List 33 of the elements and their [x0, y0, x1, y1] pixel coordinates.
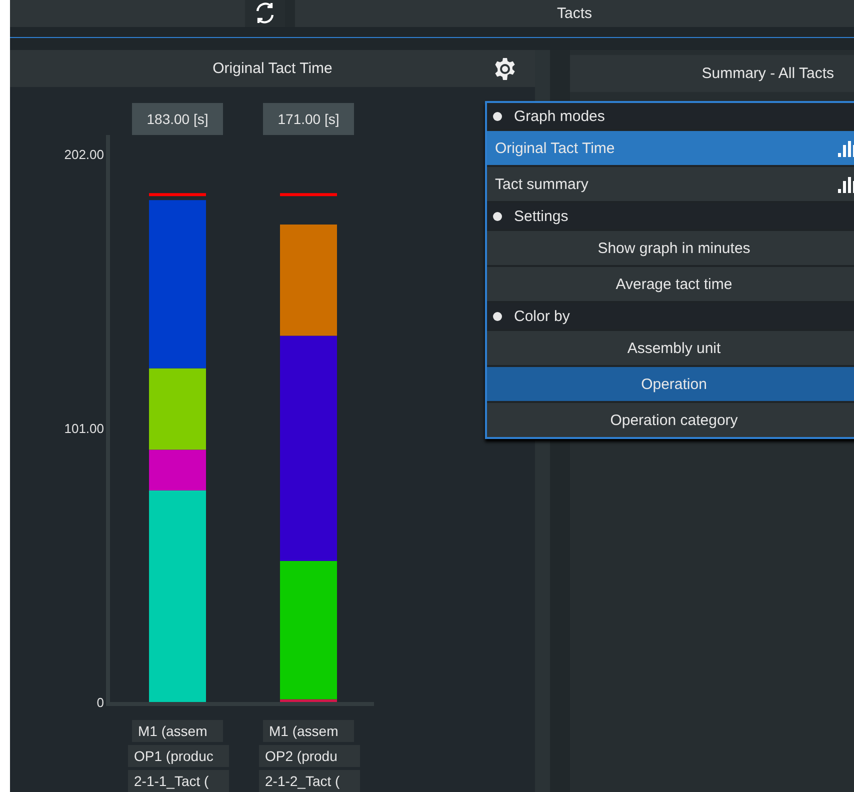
menu-option-button[interactable]: Operation category: [487, 403, 854, 437]
settings-icon: [493, 57, 517, 81]
bullet-icon: [493, 112, 502, 120]
category-label: 2-1-2_Tact (: [259, 770, 360, 792]
section-title: Color by: [514, 308, 570, 324]
category-label: M1 (assem: [263, 720, 354, 742]
section-title: Graph modes: [514, 108, 605, 124]
settings-button[interactable]: [493, 57, 517, 81]
menu-item-label: Tact summary: [495, 176, 588, 192]
menu-option-button[interactable]: Show graph in minutes: [487, 231, 854, 265]
bullet-icon: [493, 212, 502, 220]
menu-item[interactable]: Original Tact Time: [487, 131, 854, 165]
panel-title: Original Tact Time: [212, 60, 334, 77]
menu-option-button[interactable]: Average tact time: [487, 267, 854, 301]
bullet-icon: [493, 312, 502, 320]
category-label: M1 (assem: [132, 720, 223, 742]
section-title: Settings: [514, 208, 568, 224]
menu-option-button[interactable]: Assembly unit: [487, 331, 854, 365]
bar-chart-icon: [837, 175, 854, 193]
menu-item[interactable]: Tact summary: [487, 167, 854, 201]
bar-chart-icon: [837, 139, 854, 157]
menu-item-label: Original Tact Time: [495, 140, 615, 156]
panel-title: Summary - All Tacts: [702, 65, 834, 82]
category-label: OP1 (produc: [128, 745, 229, 767]
category-label: 2-1-1_Tact (: [128, 770, 229, 792]
axis-tick-label: 202.00: [64, 147, 104, 162]
total-time-label: 171.00 [s]: [263, 103, 354, 135]
category-label: OP2 (produ: [259, 745, 360, 767]
menu-option-button[interactable]: Operation: [487, 367, 854, 401]
axis-tick-label: 101.00: [64, 421, 104, 436]
axis-tick-label: 0: [96, 695, 104, 710]
refresh-button[interactable]: [245, 0, 285, 27]
total-time-label: 183.00 [s]: [132, 103, 223, 135]
